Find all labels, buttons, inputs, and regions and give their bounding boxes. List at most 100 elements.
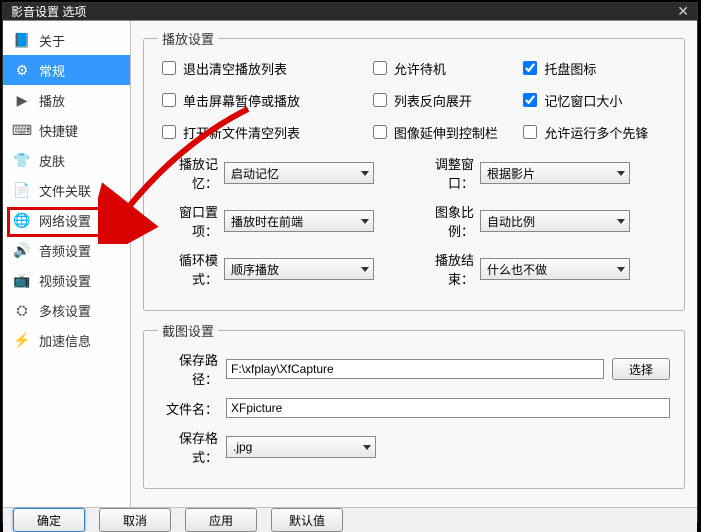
select-value: 启动记忆 [231, 165, 279, 182]
checkbox[interactable] [523, 61, 537, 75]
label-play-end: 播放结束： [414, 250, 474, 288]
footer: 确定 取消 应用 默认值 [3, 507, 697, 532]
sidebar-item-network[interactable]: 🌐 网络设置 [3, 205, 130, 235]
play-icon: ▶ [13, 91, 31, 109]
sidebar-item-playback[interactable]: ▶ 播放 [3, 85, 130, 115]
select-loop-mode[interactable]: 顺序播放 [224, 258, 374, 280]
check-click-pause[interactable]: 单击屏幕暂停或播放 [158, 90, 369, 110]
select-value: 播放时在前端 [231, 213, 303, 230]
label-file-name: 文件名： [158, 399, 218, 418]
input-save-path[interactable] [226, 359, 604, 379]
label-play-memory: 播放记忆： [158, 154, 218, 192]
checkbox[interactable] [373, 125, 387, 139]
capture-legend: 截图设置 [158, 321, 218, 340]
select-play-end[interactable]: 什么也不做 [480, 258, 630, 280]
cpu-icon: ⛭ [13, 301, 31, 319]
sidebar-item-skin[interactable]: 👕 皮肤 [3, 145, 130, 175]
sidebar: 📘 关于 ⚙ 常规 ▶ 播放 ⌨ 快捷键 👕 皮肤 📄 文件关联 [3, 21, 131, 507]
info-icon: 📘 [13, 31, 31, 49]
select-value: .jpg [233, 440, 252, 454]
check-label: 托盘图标 [544, 59, 596, 78]
select-aspect-ratio[interactable]: 自动比例 [480, 210, 630, 232]
sidebar-item-label: 文件关联 [39, 181, 91, 200]
chevron-down-icon [617, 219, 625, 224]
select-play-memory[interactable]: 启动记忆 [224, 162, 374, 184]
sidebar-item-label: 加速信息 [39, 331, 91, 350]
check-allow-standby[interactable]: 允许待机 [369, 58, 520, 78]
browse-button[interactable]: 选择 [612, 358, 670, 380]
check-remember-size[interactable]: 记忆窗口大小 [519, 90, 670, 110]
playback-legend: 播放设置 [158, 29, 218, 48]
close-icon[interactable]: ✕ [677, 3, 689, 20]
check-label: 打开新文件清空列表 [183, 123, 300, 142]
sidebar-item-label: 播放 [39, 91, 65, 110]
checkbox[interactable] [373, 61, 387, 75]
check-clear-on-open[interactable]: 打开新文件清空列表 [158, 122, 369, 142]
sidebar-item-label: 音频设置 [39, 241, 91, 260]
sidebar-item-accel[interactable]: ⚡ 加速信息 [3, 325, 130, 355]
sidebar-item-label: 常规 [39, 61, 65, 80]
sidebar-item-label: 皮肤 [39, 151, 65, 170]
label-resize-window: 调整窗口： [414, 154, 474, 192]
check-label: 允许待机 [394, 59, 446, 78]
check-label: 图像延伸到控制栏 [394, 123, 498, 142]
checkbox[interactable] [523, 125, 537, 139]
check-label: 单击屏幕暂停或播放 [183, 91, 300, 110]
titlebar: 影音设置 选项 ✕ [3, 3, 697, 20]
sidebar-item-video[interactable]: 📺 视频设置 [3, 265, 130, 295]
sidebar-item-hotkey[interactable]: ⌨ 快捷键 [3, 115, 130, 145]
sidebar-item-label: 关于 [39, 31, 65, 50]
chevron-down-icon [363, 445, 371, 450]
speaker-icon: 🔊 [13, 241, 31, 259]
check-allow-multi[interactable]: 允许运行多个先锋 [519, 122, 670, 142]
check-clear-on-exit[interactable]: 退出清空播放列表 [158, 58, 369, 78]
tshirt-icon: 👕 [13, 151, 31, 169]
default-button[interactable]: 默认值 [271, 508, 343, 532]
window-title: 影音设置 选项 [11, 3, 86, 20]
keyboard-icon: ⌨ [13, 121, 31, 139]
checkbox[interactable] [162, 125, 176, 139]
checkbox[interactable] [523, 93, 537, 107]
chevron-down-icon [361, 219, 369, 224]
content-area: 播放设置 退出清空播放列表 允许待机 托盘图标 [131, 21, 697, 507]
chevron-down-icon [617, 267, 625, 272]
sidebar-item-multicore[interactable]: ⛭ 多核设置 [3, 295, 130, 325]
input-file-name[interactable] [226, 398, 670, 418]
window-body: 📘 关于 ⚙ 常规 ▶ 播放 ⌨ 快捷键 👕 皮肤 📄 文件关联 [3, 20, 697, 507]
checkbox[interactable] [373, 93, 387, 107]
button-label: 确定 [37, 512, 61, 529]
chevron-down-icon [361, 267, 369, 272]
check-tray-icon[interactable]: 托盘图标 [519, 58, 670, 78]
ok-button[interactable]: 确定 [13, 508, 85, 532]
check-label: 列表反向展开 [394, 91, 472, 110]
check-stretch-ctrlbar[interactable]: 图像延伸到控制栏 [369, 122, 520, 142]
document-icon: 📄 [13, 181, 31, 199]
label-window-pos: 窗口置项： [158, 202, 218, 240]
sidebar-item-label: 网络设置 [39, 211, 91, 230]
chevron-down-icon [361, 171, 369, 176]
select-value: 顺序播放 [231, 261, 279, 278]
sidebar-item-label: 视频设置 [39, 271, 91, 290]
label-save-path: 保存路径： [158, 350, 218, 388]
playback-group: 播放设置 退出清空播放列表 允许待机 托盘图标 [143, 29, 685, 311]
sidebar-item-about[interactable]: 📘 关于 [3, 25, 130, 55]
select-resize-window[interactable]: 根据影片 [480, 162, 630, 184]
chevron-down-icon [617, 171, 625, 176]
globe-icon: 🌐 [13, 211, 31, 229]
select-window-pos[interactable]: 播放时在前端 [224, 210, 374, 232]
label-loop-mode: 循环模式： [158, 250, 218, 288]
sidebar-item-assoc[interactable]: 📄 文件关联 [3, 175, 130, 205]
checkbox[interactable] [162, 61, 176, 75]
sidebar-item-label: 快捷键 [39, 121, 78, 140]
sidebar-item-general[interactable]: ⚙ 常规 [3, 55, 130, 85]
gear-icon: ⚙ [13, 61, 31, 79]
bolt-icon: ⚡ [13, 331, 31, 349]
cancel-button[interactable]: 取消 [99, 508, 171, 532]
select-value: 什么也不做 [487, 261, 547, 278]
select-save-format[interactable]: .jpg [226, 436, 376, 458]
check-reverse-list[interactable]: 列表反向展开 [369, 90, 520, 110]
capture-group: 截图设置 保存路径： 选择 文件名： 保存格式： .jpg [143, 321, 685, 489]
sidebar-item-audio[interactable]: 🔊 音频设置 [3, 235, 130, 265]
checkbox[interactable] [162, 93, 176, 107]
apply-button[interactable]: 应用 [185, 508, 257, 532]
